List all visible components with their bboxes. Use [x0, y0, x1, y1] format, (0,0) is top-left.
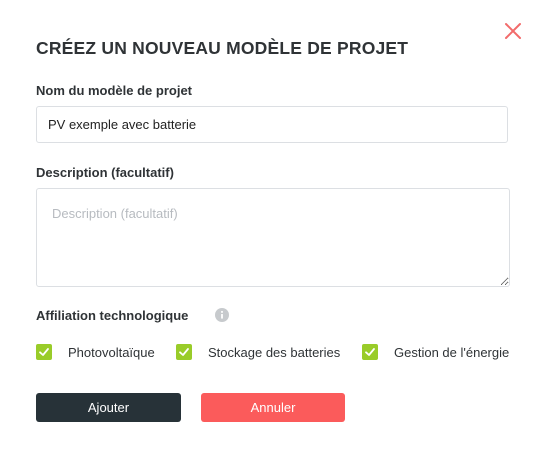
description-textarea[interactable]	[36, 188, 510, 287]
description-label: Description (facultatif)	[36, 165, 174, 180]
info-icon[interactable]	[215, 308, 229, 322]
checkbox-label: Gestion de l'énergie	[394, 344, 510, 360]
checkbox-stockage-batteries[interactable]: Stockage des batteries	[176, 344, 340, 360]
affiliation-label: Affiliation technologique	[36, 308, 189, 323]
checkbox-checked-icon	[36, 344, 52, 360]
cancel-button[interactable]: Annuler	[201, 393, 345, 422]
template-name-label: Nom du modèle de projet	[36, 83, 193, 98]
checkbox-gestion-energie[interactable]: Gestion de l'énergie	[362, 344, 509, 360]
add-button[interactable]: Ajouter	[36, 393, 181, 422]
checkbox-label: Stockage des batteries	[208, 344, 341, 360]
close-icon[interactable]	[503, 21, 523, 41]
checkbox-photovoltaique[interactable]: Photovoltaïque	[36, 344, 155, 360]
template-name-input[interactable]	[36, 106, 508, 143]
checkbox-checked-icon	[176, 344, 192, 360]
dialog-title: CRÉEZ UN NOUVEAU MODÈLE DE PROJET	[36, 38, 409, 58]
checkbox-checked-icon	[362, 344, 378, 360]
create-template-dialog: CRÉEZ UN NOUVEAU MODÈLE DE PROJET Nom du…	[0, 0, 543, 449]
checkbox-label: Photovoltaïque	[68, 344, 155, 360]
